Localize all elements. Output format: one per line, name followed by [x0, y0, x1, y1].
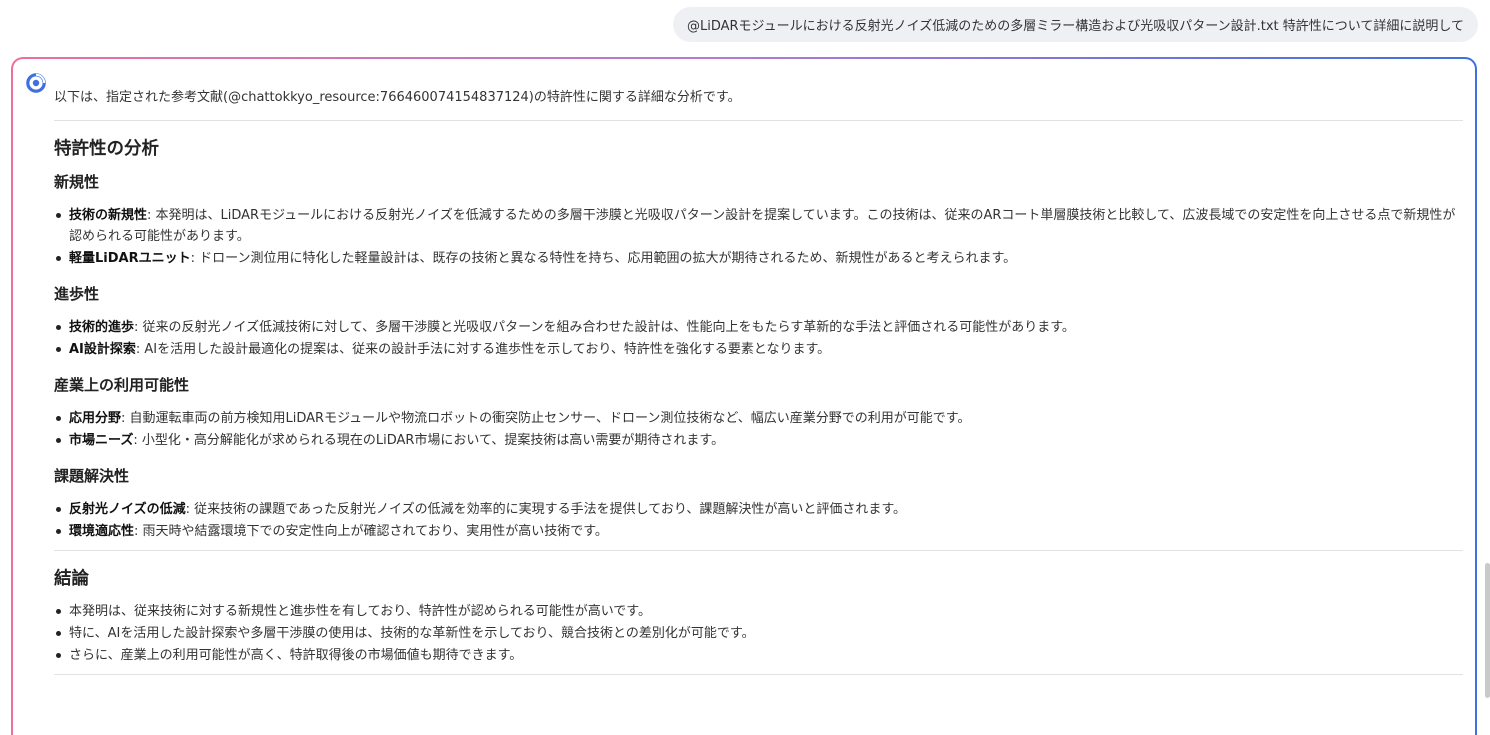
list-item-text: : 従来の反射光ノイズ低減技術に対して、多層干渉膜と光吸収パターンを組み合わせた… [134, 320, 1075, 335]
list-item-text: : 自動運転車両の前方検知用LiDARモジュールや物流ロボットの衝突防止センサー… [121, 411, 971, 426]
list-item: さらに、産業上の利用可能性が高く、特許取得後の市場価値も期待できます。 [56, 645, 1463, 666]
list-item: 特に、AIを活用した設計探索や多層干渉膜の使用は、技術的な革新性を示しており、競… [56, 623, 1463, 644]
list-item-text: : 従来技術の課題であった反射光ノイズの低減を効率的に実現する手法を提供しており… [185, 502, 907, 517]
intro-text: 以下は、指定された参考文献(@chattokkyo_resource:76646… [54, 90, 741, 105]
list-item: 市場ニーズ: 小型化・高分解能化が求められる現在のLiDAR市場において、提案技… [56, 430, 1463, 451]
section-title-industrial-applicability: 産業上の利用可能性 [54, 376, 190, 394]
list-item-text: : 雨天時や結露環境下での安定性向上が確認されており、実用性が高い技術です。 [134, 524, 608, 539]
section-list-industrial-applicability: 応用分野: 自動運転車両の前方検知用LiDARモジュールや物流ロボットの衝突防止… [54, 408, 1463, 451]
list-item: 軽量LiDARユニット: ドローン測位用に特化した軽量設計は、既存の技術と異なる… [56, 248, 1463, 269]
section-title-problem-solving: 課題解決性 [54, 467, 130, 485]
list-item-term: 市場ニーズ [69, 433, 134, 448]
list-item-text: : ドローン測位用に特化した軽量設計は、既存の技術と異なる特性を持ち、応用範囲の… [190, 251, 1017, 266]
list-item-text: : 小型化・高分解能化が求められる現在のLiDAR市場において、提案技術は高い需… [133, 433, 725, 448]
assistant-message-body: 以下は、指定された参考文献(@chattokkyo_resource:76646… [13, 59, 1475, 735]
user-message-bubble: @LiDARモジュールにおける反射光ノイズ低減のための多層ミラー構造および光吸収… [673, 7, 1478, 42]
list-item: 本発明は、従来技術に対する新規性と進歩性を有しており、特許性が認められる可能性が… [56, 601, 1463, 622]
list-item-term: AI設計探索 [69, 342, 136, 357]
conclusion-heading: 結論 [54, 569, 89, 589]
chat-page: @LiDARモジュールにおける反射光ノイズ低減のための多層ミラー構造および光吸収… [0, 0, 1490, 735]
list-item-term: 環境適応性 [69, 524, 135, 539]
list-item: 技術の新規性: 本発明は、LiDARモジュールにおける反射光ノイズを低減するため… [56, 205, 1463, 247]
section-list-problem-solving: 反射光ノイズの低減: 従来技術の課題であった反射光ノイズの低減を効率的に実現する… [54, 499, 1463, 542]
section-title-novelty: 新規性 [54, 173, 100, 191]
assistant-message-content: 以下は、指定された参考文献(@chattokkyo_resource:76646… [54, 87, 1463, 675]
divider [54, 550, 1463, 551]
list-item-term: 軽量LiDARユニット [69, 251, 191, 266]
heading-main: 特許性の分析 [54, 139, 159, 159]
scrollbar-thumb[interactable] [1485, 563, 1490, 698]
section-list-novelty: 技術の新規性: 本発明は、LiDARモジュールにおける反射光ノイズを低減するため… [54, 205, 1463, 269]
list-item-term: 反射光ノイズの低減 [69, 502, 186, 517]
section-title-inventive-step: 進歩性 [54, 285, 100, 303]
list-item: 技術的進歩: 従来の反射光ノイズ低減技術に対して、多層干渉膜と光吸収パターンを組… [56, 317, 1463, 338]
divider [54, 674, 1463, 675]
list-item-term: 応用分野 [69, 411, 122, 426]
list-item: 反射光ノイズの低減: 従来技術の課題であった反射光ノイズの低減を効率的に実現する… [56, 499, 1463, 520]
conclusion-list: 本発明は、従来技術に対する新規性と進歩性を有しており、特許性が認められる可能性が… [54, 601, 1463, 666]
list-item-term: 技術の新規性 [69, 208, 148, 223]
assistant-message-card: 以下は、指定された参考文献(@chattokkyo_resource:76646… [11, 57, 1477, 735]
assistant-logo-icon [26, 73, 46, 93]
list-item: AI設計探索: AIを活用した設計最適化の提案は、従来の設計手法に対する進歩性を… [56, 339, 1463, 360]
list-item: 環境適応性: 雨天時や結露環境下での安定性向上が確認されており、実用性が高い技術… [56, 521, 1463, 542]
user-message-text: @LiDARモジュールにおける反射光ノイズ低減のための多層ミラー構造および光吸収… [687, 19, 1464, 34]
list-item-text: : 本発明は、LiDARモジュールにおける反射光ノイズを低減するための多層干渉膜… [69, 208, 1456, 244]
list-item-term: 技術的進歩 [69, 320, 135, 335]
list-item: 応用分野: 自動運転車両の前方検知用LiDARモジュールや物流ロボットの衝突防止… [56, 408, 1463, 429]
list-item-text: : AIを活用した設計最適化の提案は、従来の設計手法に対する進歩性を示しており、… [135, 342, 831, 357]
divider [54, 120, 1463, 121]
section-list-inventive-step: 技術的進歩: 従来の反射光ノイズ低減技術に対して、多層干渉膜と光吸収パターンを組… [54, 317, 1463, 360]
